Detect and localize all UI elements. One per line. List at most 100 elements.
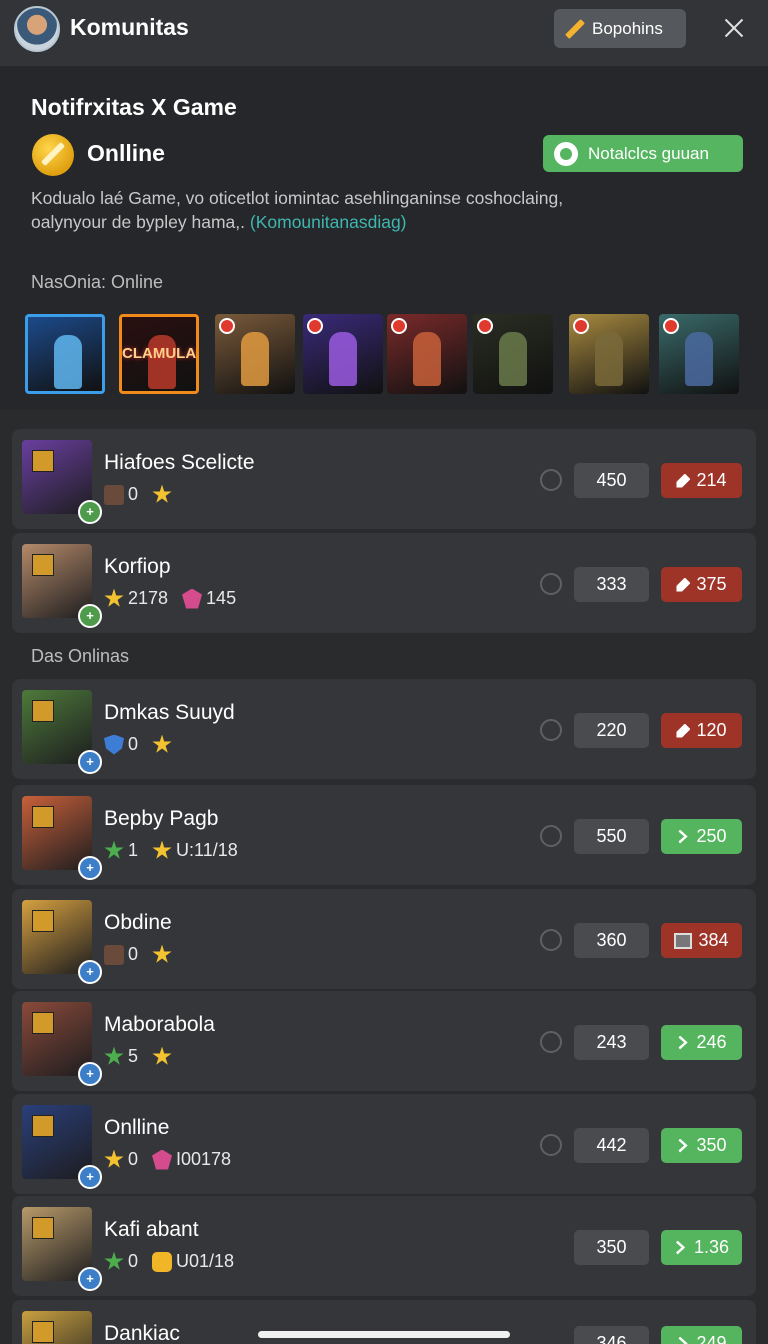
player-avatar: +: [22, 1311, 92, 1344]
score-value: 350: [574, 1230, 649, 1265]
edit-button[interactable]: Bopohins: [554, 9, 686, 48]
player-row[interactable]: + Obdine 0 360 384: [12, 889, 756, 989]
class-badge-icon: +: [78, 500, 102, 524]
game-thumbnail[interactable]: [25, 314, 105, 394]
shield-face-icon: [104, 484, 124, 505]
class-badge-icon: +: [78, 1062, 102, 1086]
panel-title: Notifrxitas X Game: [31, 94, 237, 120]
game-thumbnail[interactable]: [387, 314, 467, 394]
close-icon[interactable]: [720, 14, 748, 42]
notification-badge-icon: [391, 318, 407, 334]
game-character-icon: [148, 335, 176, 389]
score-value: 333: [574, 567, 649, 602]
panel-description: Kodualo laé Game, vo oticetlot iomintac …: [31, 186, 591, 234]
stat-value: 2178: [128, 588, 169, 608]
stat-value: U:11/18: [176, 840, 238, 860]
arrow-icon: [678, 1336, 688, 1344]
stat-value: 0: [128, 944, 139, 964]
status-label: Onlline: [87, 140, 165, 166]
game-character-icon: [685, 332, 713, 386]
select-radio[interactable]: [540, 1031, 562, 1053]
player-row[interactable]: + Kafi abant 0 U01/18 350 1.36: [12, 1196, 756, 1296]
player-avatar: +: [22, 544, 102, 628]
player-avatar: +: [22, 1002, 102, 1086]
select-radio[interactable]: [540, 573, 562, 595]
star-icon: [104, 588, 124, 607]
player-action-button[interactable]: 214: [661, 463, 742, 498]
select-radio[interactable]: [540, 469, 562, 491]
player-action-button[interactable]: 375: [661, 567, 742, 602]
rank-icon: [32, 450, 54, 472]
player-row[interactable]: + Onlline 0 I00178 442 350: [12, 1094, 756, 1194]
player-avatar: +: [22, 690, 102, 774]
player-row[interactable]: + Dmkas Suuyd 0 220 120: [12, 679, 756, 779]
game-thumbnail[interactable]: CLAMULAS: [119, 314, 199, 394]
game-thumbnail[interactable]: [215, 314, 295, 394]
score-value: 346: [574, 1326, 649, 1344]
select-radio[interactable]: [540, 1134, 562, 1156]
class-badge-icon: +: [78, 604, 102, 628]
player-name: Dmkas Suuyd: [104, 701, 235, 724]
action-value: 214: [696, 470, 727, 490]
score-value: 442: [574, 1128, 649, 1163]
action-value: 249: [696, 1333, 727, 1344]
arrow-icon: [678, 829, 688, 844]
game-character-icon: [241, 332, 269, 386]
player-name: Obdine: [104, 911, 172, 934]
notification-toggle-label: Notalclcs guuan: [588, 143, 709, 163]
game-carousel[interactable]: CLAMULAS: [25, 310, 768, 398]
select-radio[interactable]: [540, 719, 562, 741]
pencil-icon: [676, 723, 691, 738]
notification-badge-icon: [573, 318, 589, 334]
game-thumbnail[interactable]: [473, 314, 553, 394]
player-action-button[interactable]: 350: [661, 1128, 742, 1163]
game-character-icon: [413, 332, 441, 386]
notification-toggle-button[interactable]: Notalclcs guuan: [543, 135, 743, 172]
pencil-icon: [676, 577, 691, 592]
game-thumbnail[interactable]: [569, 314, 649, 394]
player-action-button[interactable]: 249: [661, 1326, 742, 1344]
player-row[interactable]: + Maborabola 5 243 246: [12, 991, 756, 1091]
game-thumbnail[interactable]: [659, 314, 739, 394]
games-section-title: NasOnia: Online: [31, 272, 164, 292]
player-row[interactable]: + Korfiop 2178 145 333 375: [12, 533, 756, 633]
action-value: 375: [696, 574, 727, 594]
player-stats: 0 U01/18: [104, 1251, 234, 1272]
action-value: 120: [696, 720, 727, 740]
rank-icon: [32, 1217, 54, 1239]
player-name: Dankiac: [104, 1322, 180, 1344]
description-link[interactable]: (Komounitanasdiag): [250, 212, 407, 232]
player-name: Korfiop: [104, 555, 171, 578]
game-character-icon: [329, 332, 357, 386]
player-stats: 0: [104, 944, 172, 965]
stat-value: 5: [128, 1046, 139, 1066]
player-avatar: +: [22, 440, 102, 524]
face-icon: [104, 944, 124, 965]
player-action-button[interactable]: 1.36: [661, 1230, 742, 1265]
player-action-button[interactable]: 120: [661, 713, 742, 748]
profile-avatar[interactable]: [14, 6, 60, 52]
player-action-button[interactable]: 246: [661, 1025, 742, 1060]
player-row[interactable]: + Bepby Pagb 1 U:11/18 550 250: [12, 785, 756, 885]
game-thumbnail[interactable]: [303, 314, 383, 394]
home-indicator[interactable]: [258, 1331, 510, 1338]
player-stats: 0 I00178: [104, 1149, 231, 1170]
select-radio[interactable]: [540, 825, 562, 847]
arrow-icon: [678, 1035, 688, 1050]
player-avatar: +: [22, 1105, 102, 1189]
player-stats: 5: [104, 1046, 172, 1067]
star-icon: [104, 840, 124, 859]
player-stats: 1 U:11/18: [104, 840, 238, 861]
player-action-button[interactable]: 384: [661, 923, 742, 958]
action-value: 350: [696, 1135, 727, 1155]
game-character-icon: [595, 332, 623, 386]
player-action-button[interactable]: 250: [661, 819, 742, 854]
player-row[interactable]: + Hiafoes Scelicte 0 450 214: [12, 429, 756, 529]
online-section-title: Das Onlinas: [31, 646, 130, 666]
action-value: 250: [696, 826, 727, 846]
class-badge-icon: +: [78, 1165, 102, 1189]
coin-icon: [152, 1251, 173, 1272]
star-icon: [152, 840, 172, 859]
stat-value: 0: [128, 484, 139, 504]
select-radio[interactable]: [540, 929, 562, 951]
